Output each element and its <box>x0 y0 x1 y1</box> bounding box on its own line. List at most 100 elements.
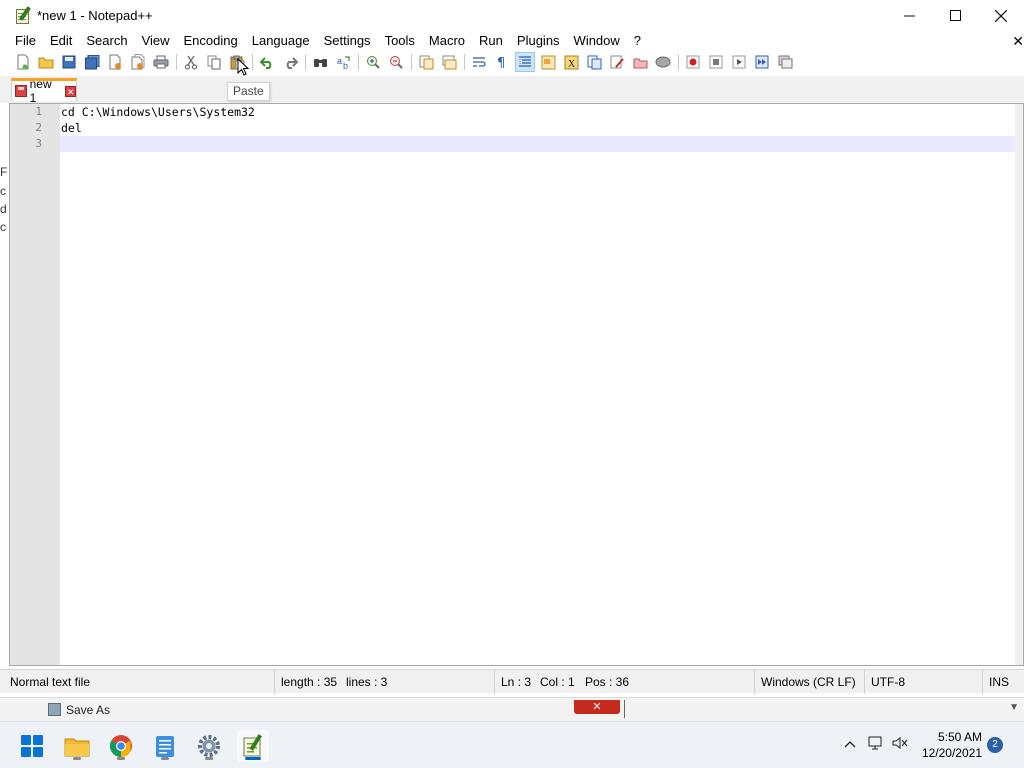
menu-tools[interactable]: Tools <box>378 31 422 51</box>
menu-settings[interactable]: Settings <box>317 31 378 51</box>
undo-button[interactable] <box>257 52 277 72</box>
document-map-button[interactable]: X <box>561 52 581 72</box>
tab-label: new 1 <box>29 77 52 105</box>
chevron-up-icon <box>844 741 856 748</box>
menu-macro[interactable]: Macro <box>422 31 472 51</box>
replace-icon: ab <box>337 56 350 70</box>
cut-button[interactable] <box>181 52 201 72</box>
word-wrap-button[interactable] <box>469 52 489 72</box>
close-all-icon <box>131 54 144 70</box>
replace-button[interactable]: ab <box>333 52 353 72</box>
zoom-out-icon <box>389 55 403 69</box>
status-encoding[interactable]: UTF-8 <box>864 670 982 694</box>
running-indicator <box>73 757 81 760</box>
open-file-button[interactable] <box>36 52 56 72</box>
show-hidden-icons-button[interactable] <box>844 736 856 751</box>
save-macro-icon <box>778 55 792 69</box>
notification-badge[interactable]: 2 <box>987 737 1003 753</box>
menu-run[interactable]: Run <box>472 31 510 51</box>
status-length: length : 35 <box>274 670 340 694</box>
save-as-icon <box>48 703 61 716</box>
user-defined-language-button[interactable] <box>538 52 558 72</box>
toolbar-separator <box>305 54 306 70</box>
status-file-type: Normal text file <box>10 675 91 689</box>
network-button[interactable] <box>868 736 884 753</box>
print-button[interactable] <box>151 52 171 72</box>
start-button[interactable] <box>16 730 48 762</box>
function-list-button[interactable] <box>584 52 604 72</box>
playback-button[interactable] <box>729 52 749 72</box>
background-window-text: F <box>0 165 8 179</box>
play-icon <box>732 55 746 69</box>
svg-text:a: a <box>337 56 342 66</box>
document-map-icon: X <box>564 55 578 70</box>
menu-language[interactable]: Language <box>245 31 317 51</box>
taskbar-notepadpp[interactable] <box>237 730 269 762</box>
run-macro-multiple-button[interactable] <box>752 52 772 72</box>
clock-date: 12/20/2021 <box>921 746 982 760</box>
code-line[interactable]: del <box>60 120 1015 136</box>
close-window-button[interactable] <box>978 0 1024 31</box>
record-icon <box>686 55 700 69</box>
maximize-icon <box>949 10 961 21</box>
code-line[interactable]: cd C:\Windows\Users\System32 <box>60 104 1015 120</box>
folder-as-workspace-button[interactable] <box>607 52 627 72</box>
start-recording-button[interactable] <box>683 52 703 72</box>
vertical-scrollbar[interactable] <box>1015 104 1023 665</box>
running-indicator <box>205 757 213 760</box>
window-title: *new 1 - Notepad++ <box>37 8 153 23</box>
menu-file[interactable]: File <box>0 31 43 51</box>
find-button[interactable] <box>310 52 330 72</box>
save-button[interactable] <box>59 52 79 72</box>
menu-window[interactable]: Window <box>567 31 627 51</box>
close-all-button[interactable] <box>128 52 148 72</box>
stop-icon <box>709 55 723 69</box>
new-file-icon <box>17 54 29 70</box>
background-close-button[interactable]: ✕ <box>574 700 620 714</box>
taskbar-settings[interactable] <box>193 730 225 762</box>
show-all-characters-button[interactable]: ¶ <box>492 52 512 72</box>
taskbar-chrome[interactable] <box>105 730 137 762</box>
zoom-in-button[interactable] <box>363 52 383 72</box>
sync-horizontal-button[interactable] <box>439 52 459 72</box>
indent-guide-button[interactable] <box>515 52 535 72</box>
menu-view[interactable]: View <box>135 31 177 51</box>
save-all-button[interactable] <box>82 52 102 72</box>
close-file-button[interactable] <box>105 52 125 72</box>
status-eol[interactable]: Windows (CR LF) <box>754 670 864 694</box>
code-line-current[interactable] <box>60 136 1015 152</box>
redo-button[interactable] <box>280 52 300 72</box>
background-window: Save As ✕ ▼ <box>0 697 1024 721</box>
document-switcher-button[interactable] <box>630 52 650 72</box>
tab-close-button[interactable]: ✕ <box>65 85 76 97</box>
menu-plugins[interactable]: Plugins <box>510 31 567 51</box>
notepadpp-icon <box>243 734 262 757</box>
taskbar-notepad[interactable] <box>149 730 181 762</box>
menu-search[interactable]: Search <box>79 31 134 51</box>
clock[interactable]: 5:50 AM 12/20/2021 <box>922 729 982 761</box>
minimize-button[interactable] <box>886 0 932 31</box>
title-bar: *new 1 - Notepad++ <box>0 0 1024 31</box>
menu-help[interactable]: ? <box>627 31 648 51</box>
save-all-icon <box>84 54 99 69</box>
zoom-out-button[interactable] <box>386 52 406 72</box>
menu-edit[interactable]: Edit <box>43 31 79 51</box>
mouse-cursor-icon <box>237 58 250 76</box>
close-document-button[interactable]: ✕ <box>1012 33 1024 50</box>
zoom-in-icon <box>366 55 380 69</box>
notepadpp-app-icon <box>15 5 33 25</box>
tab-new-1[interactable]: new 1 ✕ <box>11 77 77 105</box>
sync-vertical-button[interactable] <box>416 52 436 72</box>
volume-muted-icon <box>892 737 908 749</box>
maximize-button[interactable] <box>932 0 978 31</box>
sync-horizontal-icon <box>442 55 456 69</box>
volume-button[interactable] <box>892 736 908 753</box>
monitoring-button[interactable] <box>653 52 673 72</box>
save-macro-button[interactable] <box>775 52 795 72</box>
menu-encoding[interactable]: Encoding <box>177 31 245 51</box>
stop-recording-button[interactable] <box>706 52 726 72</box>
copy-button[interactable] <box>204 52 224 72</box>
new-file-button[interactable] <box>13 52 33 72</box>
taskbar-file-explorer[interactable] <box>61 730 93 762</box>
editor-area[interactable]: 1 2 3 cd C:\Windows\Users\System32 del <box>9 103 1024 666</box>
